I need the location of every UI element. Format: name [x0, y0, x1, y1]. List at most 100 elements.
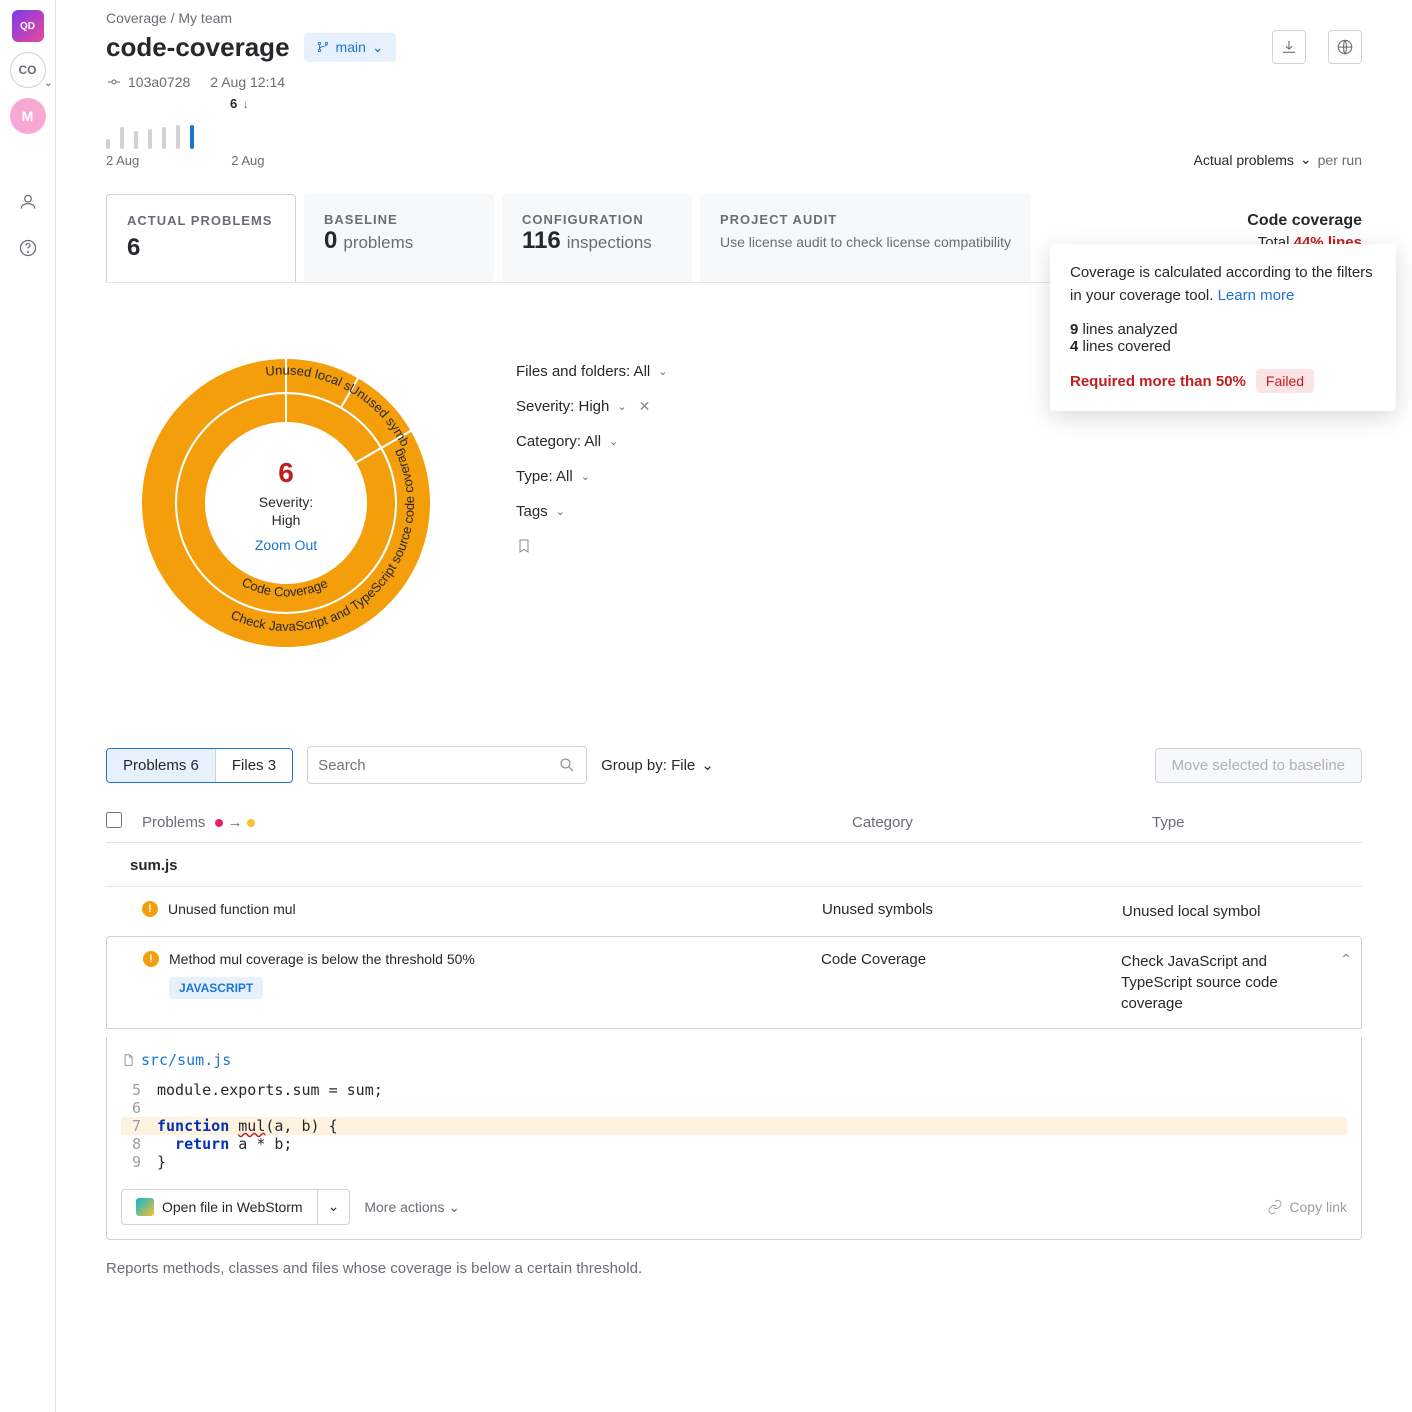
spark-bar[interactable]	[162, 127, 166, 149]
chevron-down-icon: ⌄	[701, 756, 714, 774]
chevron-down-icon: ⌄	[1300, 151, 1312, 168]
spark-bar[interactable]	[176, 125, 180, 149]
filter-category[interactable]: Category: All⌄	[516, 433, 667, 450]
card-project-audit[interactable]: PROJECT AUDIT Use license audit to check…	[700, 194, 1031, 282]
branch-selector[interactable]: main ⌄	[304, 33, 396, 62]
coverage-title: Code coverage	[1247, 212, 1362, 230]
spark-bar[interactable]	[134, 131, 138, 149]
tab-problems[interactable]: Problems 6	[107, 749, 215, 782]
filter-severity[interactable]: Severity: High⌄✕	[516, 398, 667, 415]
project-badge[interactable]: CO ⌄	[10, 52, 46, 88]
problem-title: Unused function mul	[168, 901, 296, 917]
problem-row[interactable]: ! Unused function mul Unused symbols Unu…	[106, 886, 1362, 936]
link-icon	[1267, 1199, 1283, 1215]
card-configuration[interactable]: CONFIGURATION 116inspections	[502, 194, 692, 282]
spark-bar[interactable]	[120, 127, 124, 149]
chevron-down-icon: ⌄	[556, 505, 565, 518]
filter-label: Files and folders: All	[516, 363, 650, 380]
chart-mode-sub: per run	[1318, 152, 1362, 168]
timestamp: 2 Aug 12:14	[210, 74, 285, 90]
coverage-tooltip: Coverage is calculated according to the …	[1050, 244, 1396, 411]
lines-covered-num: 4	[1070, 338, 1078, 355]
chart-mode-label: Actual problems	[1194, 152, 1294, 168]
user-avatar[interactable]: M	[10, 98, 46, 134]
open-file-label: Open file in WebStorm	[162, 1199, 303, 1215]
problem-row-expanded[interactable]: ! Method mul coverage is below the thres…	[106, 936, 1362, 1029]
qodana-logo[interactable]: QD	[12, 10, 44, 42]
code-snippet: 5module.exports.sum = sum; 6 7function m…	[121, 1081, 1347, 1171]
move-to-baseline-button[interactable]: Move selected to baseline	[1155, 748, 1362, 783]
coverage-required: Required more than 50%	[1070, 373, 1246, 390]
chevron-down-icon: ⌄	[372, 39, 384, 56]
main-content: Coverage / My team code-coverage main ⌄ …	[56, 0, 1412, 1412]
open-file-button[interactable]: Open file in WebStorm ⌄	[121, 1189, 350, 1225]
warning-icon: !	[143, 951, 159, 967]
more-actions-button[interactable]: More actions ⌄	[364, 1199, 460, 1216]
file-group-header[interactable]: sum.js	[106, 843, 1362, 886]
inspection-description: Reports methods, classes and files whose…	[106, 1260, 1362, 1277]
lines-analyzed-label: lines analyzed	[1083, 321, 1178, 338]
select-all-checkbox[interactable]	[106, 812, 122, 828]
tab-files[interactable]: Files 3	[216, 749, 292, 782]
search-input[interactable]	[318, 757, 558, 774]
sparkline-date-end: 2 Aug	[231, 153, 264, 168]
card-actual-problems[interactable]: ACTUAL PROBLEMS 6	[106, 194, 296, 282]
zoom-out-link[interactable]: Zoom Out	[255, 537, 317, 553]
card-title: ACTUAL PROBLEMS	[127, 213, 275, 228]
spark-bar[interactable]	[106, 139, 110, 149]
filter-files[interactable]: Files and folders: All ⌄	[516, 363, 667, 380]
col-type[interactable]: Type	[1152, 814, 1362, 831]
problem-type: Unused local symbol	[1122, 901, 1332, 922]
filters: Files and folders: All ⌄ Severity: High⌄✕…	[516, 323, 667, 686]
source-file-link[interactable]: src/sum.js	[121, 1051, 1347, 1069]
col-problems[interactable]: Problems	[142, 814, 205, 831]
source-file-path: src/sum.js	[141, 1051, 231, 1069]
card-value: 116	[522, 227, 561, 254]
commit-hash[interactable]: 103a0728	[128, 74, 190, 90]
group-by-selector[interactable]: Group by: File ⌄	[601, 756, 714, 774]
chevron-down-icon: ⌄	[658, 365, 667, 378]
clear-filter-icon[interactable]: ✕	[639, 398, 651, 415]
branch-name: main	[336, 39, 366, 55]
sparkline-chart[interactable]: 6 ↓ 2 Aug 2 Aug	[106, 96, 265, 168]
open-file-dropdown[interactable]: ⌄	[317, 1190, 350, 1224]
filter-label: Type: All	[516, 468, 573, 485]
sparkline-value: 6	[230, 96, 237, 111]
card-text: Use license audit to check license compa…	[720, 233, 1011, 253]
card-baseline[interactable]: BASELINE 0problems	[304, 194, 494, 282]
left-rail: QD CO ⌄ M	[0, 0, 56, 1412]
breadcrumb-team[interactable]: My team	[178, 10, 232, 26]
person-icon[interactable]	[10, 184, 46, 220]
code-coverage-summary: Code coverage Total 44% lines Coverage i…	[1227, 194, 1362, 282]
lines-covered-label: lines covered	[1083, 338, 1171, 355]
download-button[interactable]	[1272, 30, 1306, 64]
card-sub: problems	[343, 233, 413, 252]
lines-analyzed-num: 9	[1070, 321, 1078, 338]
sunburst-chart[interactable]: Unused local sy… Unused symb… Check Java…	[106, 323, 466, 686]
spark-bar[interactable]	[148, 129, 152, 149]
learn-more-link[interactable]: Learn more	[1218, 287, 1295, 304]
chart-mode-selector[interactable]: Actual problems ⌄ per run	[1194, 151, 1362, 168]
col-category[interactable]: Category	[852, 814, 1152, 831]
chevron-down-icon: ⌄	[581, 470, 590, 483]
collapse-icon[interactable]: ⌃	[1331, 951, 1361, 968]
search-box[interactable]	[307, 746, 587, 784]
project-badge-text: CO	[19, 63, 37, 77]
help-icon[interactable]	[10, 230, 46, 266]
breadcrumb-project[interactable]: Coverage	[106, 10, 167, 26]
spark-bar-active[interactable]	[190, 125, 194, 149]
filter-tags[interactable]: Tags ⌄	[516, 503, 667, 520]
bookmark-icon[interactable]	[516, 538, 667, 558]
webstorm-icon	[136, 1198, 154, 1216]
chevron-down-icon: ⌄	[609, 435, 618, 448]
copy-link-button[interactable]: Copy link	[1267, 1199, 1347, 1215]
search-icon	[558, 756, 576, 774]
card-title: PROJECT AUDIT	[720, 212, 1011, 227]
problems-table: Problems → Category Type sum.js ! Unused…	[106, 802, 1362, 1277]
globe-button[interactable]	[1328, 30, 1362, 64]
filter-label: Tags	[516, 503, 548, 520]
filter-type[interactable]: Type: All ⌄	[516, 468, 667, 485]
breadcrumb[interactable]: Coverage / My team	[106, 10, 1362, 26]
code-detail-panel: src/sum.js 5module.exports.sum = sum; 6 …	[106, 1037, 1362, 1240]
more-actions-label: More actions	[364, 1199, 444, 1215]
